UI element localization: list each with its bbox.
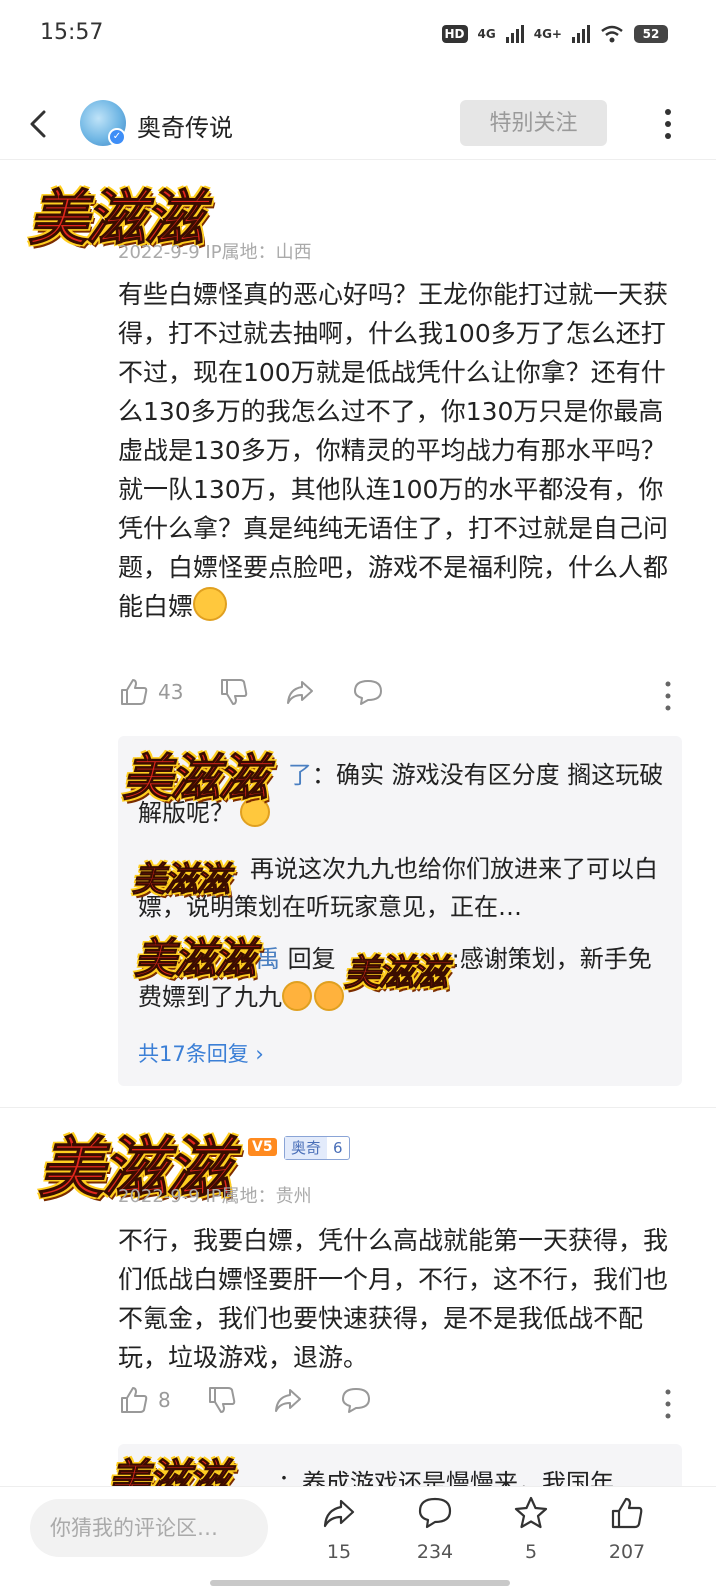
favorite-action[interactable]: 5 [496,1495,566,1563]
reply-author[interactable]: 禹 [256,945,280,973]
share-icon [287,681,313,704]
more-icon[interactable] [658,678,678,714]
dislike-button[interactable] [206,1384,238,1416]
star-icon [514,1496,548,1529]
battery-icon: 52 [634,25,668,43]
reply-author[interactable]: ： [226,855,250,883]
like-button[interactable]: 8 [118,1384,171,1416]
status-bar: 15:57 HD 4G 4G+ 52 [0,0,716,70]
vip-badge: V5 [248,1138,277,1156]
network-label-2: 4G+ [533,27,562,41]
signal-icon-2 [572,25,590,43]
comment-text: 不行，我要白嫖，凭什么高战就能第一天获得，我们低战白嫖怪要肝一个月，不行，这不行… [118,1226,669,1372]
reply-author[interactable]: 了 [288,761,312,789]
nav-bar: ✓ 奥奇传说 特别关注 [0,88,716,160]
reply-label: 回复 [287,945,336,973]
sticker-overlay: 美滋滋 [133,934,256,984]
thumbs-up-icon [121,679,148,705]
view-all-replies-link[interactable]: 共17条回复 › [138,1038,264,1068]
divider [0,1107,716,1108]
comment-input[interactable]: 你猜我的评论区… [30,1499,268,1557]
thumbs-down-icon [221,679,248,705]
smirk-emoji-icon [193,587,228,621]
dislike-button[interactable] [218,676,250,708]
like-count: 8 [158,1388,171,1412]
share-count: 15 [326,1541,352,1563]
comment-bubble-icon [342,1388,370,1413]
thumbs-up-icon [611,1497,643,1529]
hd-icon: HD [441,25,468,43]
kiss-emoji-icon [282,981,312,1011]
bottom-bar: 你猜我的评论区… 15 234 5 207 [0,1486,716,1593]
share-action[interactable]: 15 [304,1495,374,1563]
thumbs-down-icon [209,1387,236,1413]
status-time: 15:57 [40,20,104,45]
like-button[interactable]: 43 [118,676,183,708]
comment-bubble-icon [418,1497,452,1529]
comment-count: 234 [416,1541,454,1563]
comment-bubble-icon [354,680,382,705]
sticker-overlay: 美滋滋 [132,860,231,901]
back-arrow-icon[interactable] [22,106,58,142]
follow-button[interactable]: 特别关注 [460,100,607,146]
thumbs-up-icon [121,1387,148,1413]
comment-body: 有些白嫖怪真的恶心好吗？王龙你能打过就一天获得，打不过就去抽啊，什么我100多万… [118,280,669,621]
sticker-overlay: 美滋滋 [343,952,448,995]
comment-meta: 2022-9-9 IP属地：贵州 [118,1186,312,1207]
network-label-1: 4G [477,27,496,41]
verified-icon: ✓ [108,128,126,146]
comment-meta: 2022-9-9 IP属地：山西 [118,242,312,263]
share-button[interactable] [284,676,316,708]
share-icon [323,1499,355,1528]
share-icon [275,1389,301,1412]
group-badge: 奥奇 6 [284,1136,350,1160]
signal-icon [505,25,524,43]
comment-action[interactable]: 234 [400,1495,470,1563]
comment-actions: 43 [118,676,688,716]
comment-actions: 8 [118,1384,688,1424]
home-indicator[interactable] [210,1580,510,1586]
comment-text: 有些白嫖怪真的恶心好吗？王龙你能打过就一天获得，打不过就去抽啊，什么我100多万… [118,275,688,626]
status-icons: HD 4G 4G+ 52 [441,20,668,48]
like-count: 43 [158,680,184,704]
more-icon[interactable] [654,106,682,142]
more-icon[interactable] [658,1386,678,1422]
star-count: 5 [524,1541,538,1563]
share-button[interactable] [272,1384,304,1416]
group-badge-name: 奥奇 [285,1137,328,1159]
like-action[interactable]: 207 [592,1495,662,1563]
group-badge-level: 6 [333,1139,343,1157]
page-title: 奥奇传说 [137,114,233,142]
wifi-icon [601,25,623,43]
like-count: 207 [608,1541,646,1563]
reply-button[interactable] [340,1384,372,1416]
reply-button[interactable] [352,676,384,708]
kiss-emoji-icon [314,981,344,1011]
sticker-overlay: 美滋滋 [122,748,269,808]
